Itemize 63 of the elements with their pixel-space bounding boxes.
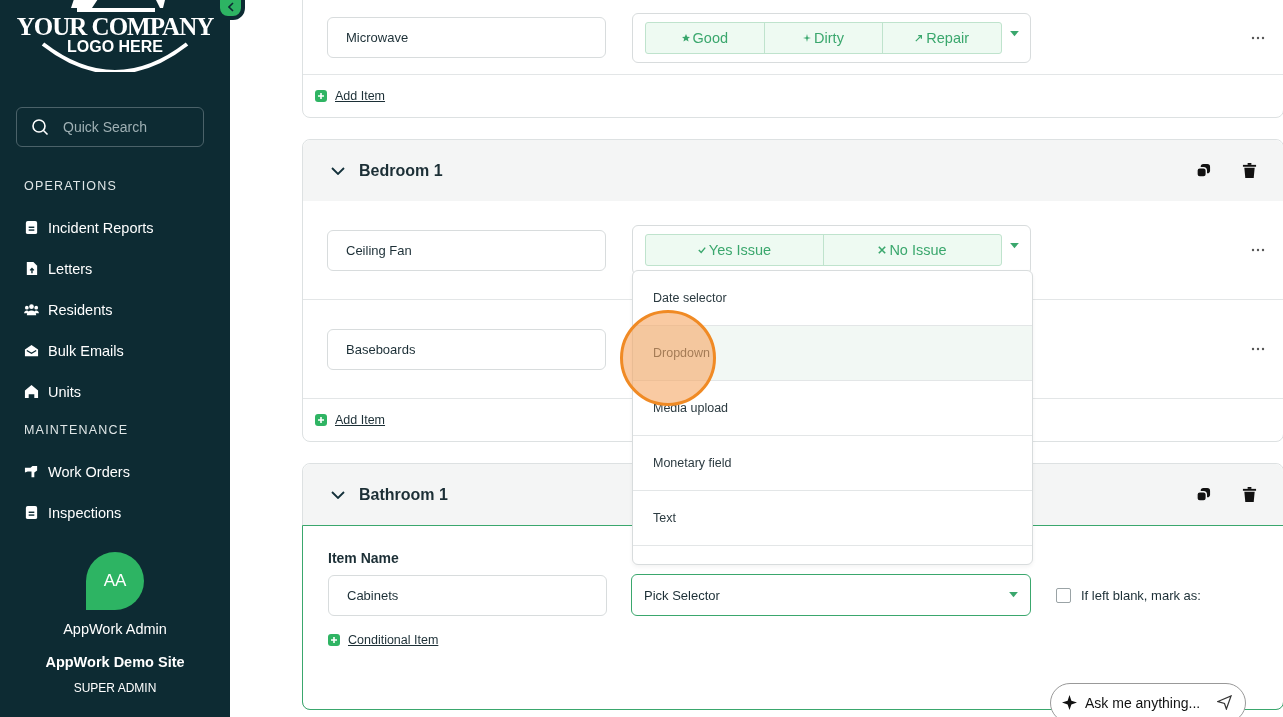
trash-icon[interactable] [1242,163,1257,178]
more-icon[interactable] [1251,35,1265,40]
sparkle-icon [803,33,812,42]
chevron-icon[interactable] [331,166,345,175]
item-name-field[interactable]: Cabinets [328,574,607,616]
arrow-icon [915,33,924,42]
user-name: AppWork Admin [63,621,167,637]
add-icon[interactable] [315,414,327,426]
cross-icon [878,246,887,254]
copy-icon[interactable] [1196,163,1211,178]
house-icon [24,384,39,399]
star-icon [681,33,690,42]
search-field[interactable]: Quick Search [16,107,204,147]
chevron-left-icon [227,2,234,12]
caret-icon[interactable] [1010,242,1019,249]
add-item-link[interactable]: Add Item [335,89,386,103]
item-name-field[interactable]: Ceiling Fan [327,229,606,271]
section-title: Bathroom 1 [359,485,448,504]
caret-icon[interactable] [1009,590,1018,598]
nav-link[interactable]: Residents [24,289,206,330]
checkbox-label: If left blank, mark as: [1081,587,1201,603]
user-role: SUPER ADMIN [73,681,157,695]
check-icon [697,246,706,254]
item-name-field[interactable]: Microwave [327,17,606,58]
conditional-item-link[interactable]: Conditional Item [348,633,439,647]
add-item-link[interactable]: Add Item [335,413,386,427]
section-heading: MAINTENANCE [24,423,130,439]
nav-link[interactable]: Bulk Emails [24,330,206,371]
document-icon [24,220,39,235]
chevron-icon[interactable] [331,490,345,499]
menu-item[interactable]: Text [633,491,1032,546]
menu-item[interactable]: Monetary field [633,436,1032,491]
caret-icon[interactable] [1010,29,1019,37]
nav-link[interactable]: Work Orders [24,451,206,492]
nav-link[interactable]: Incident Reports [24,207,206,248]
item-name-field[interactable]: Baseboards [327,328,606,370]
search-icon [31,118,49,136]
more-icon[interactable] [1251,347,1265,351]
envelope-icon [24,343,39,358]
send-icon[interactable] [1217,695,1232,710]
section-heading: OPERATIONS [24,179,119,195]
copy-icon[interactable] [1196,487,1211,502]
site-name: AppWork Demo Site [45,654,185,670]
tool-icon [24,464,39,479]
add-icon[interactable] [328,634,340,646]
logo-subtext: LOGO HERE [67,38,163,56]
people-icon [24,302,39,317]
logo-arc-icon [40,42,190,72]
assistant-field[interactable]: Ask me anything... [1050,683,1246,717]
logo-text: YOUR COMPANY [16,14,214,40]
nav-link[interactable]: Units [24,371,206,412]
nav-link[interactable]: Letters [24,248,206,289]
sparkle-icon [1062,695,1077,710]
section-title: Bedroom 1 [359,161,443,180]
selector-dropdown[interactable]: Pick Selector [631,574,1031,616]
document-icon [24,505,39,520]
file-upload-icon [24,261,39,276]
checkbox[interactable] [1056,587,1071,603]
add-icon[interactable] [315,90,327,102]
field-label: Item Name [328,550,400,566]
more-icon[interactable] [1251,248,1265,252]
nav-link[interactable]: Inspections [24,492,206,533]
trash-icon[interactable] [1242,487,1257,502]
